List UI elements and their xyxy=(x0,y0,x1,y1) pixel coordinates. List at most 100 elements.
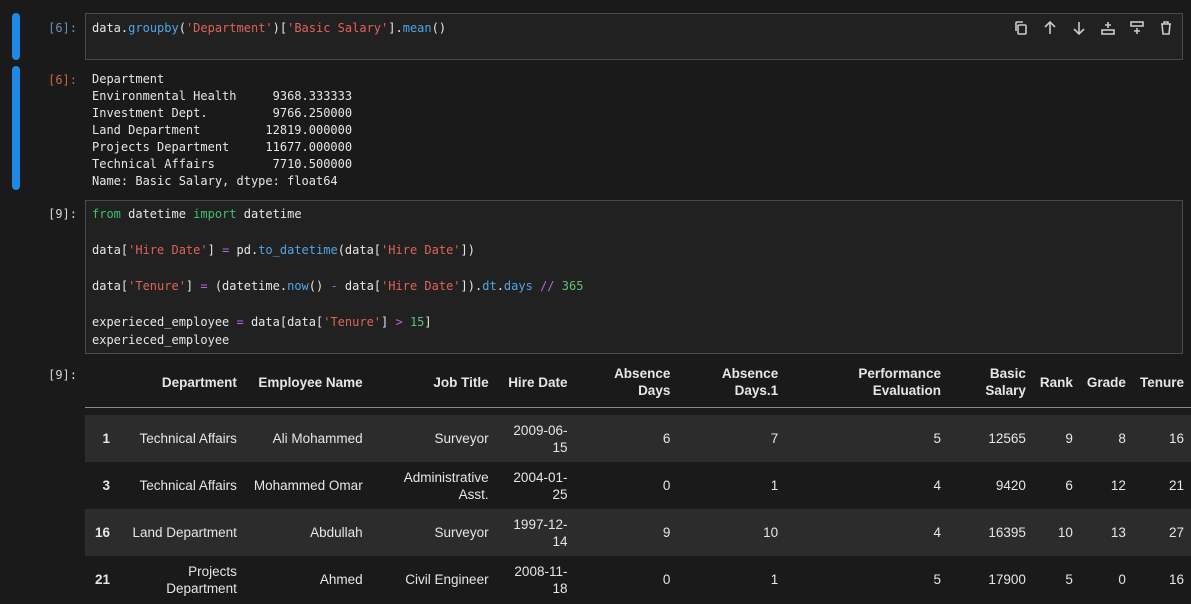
arrow-down-icon[interactable] xyxy=(1069,18,1088,37)
active-cell-indicator[interactable] xyxy=(12,13,20,60)
row-index: 16 xyxy=(94,525,110,540)
code-token: data[ xyxy=(92,279,129,293)
code-editor-cell-9[interactable]: from datetime import datetime data[ 'Hire … xyxy=(85,200,1183,354)
output-collapse-indicator[interactable] xyxy=(12,66,20,190)
output-line: Department xyxy=(92,72,165,86)
table-cell: 2008-11-18 xyxy=(514,563,568,596)
table-cell: 4 xyxy=(933,525,941,540)
code-line: data.groupby('Department')['Basic Salary… xyxy=(92,20,446,37)
output-line: Investment Dept. 9766.250000 xyxy=(92,106,353,120)
code-token: ( xyxy=(178,21,186,35)
table-cell: Ahmed xyxy=(319,572,363,587)
table-row: 16 Land Department Abdullah Surveyor 1997-12… xyxy=(85,509,1191,556)
code-token: ]) xyxy=(460,243,475,257)
code-token: ] xyxy=(381,315,396,329)
code-token: experieced_employee xyxy=(92,315,237,329)
table-cell: 5 xyxy=(1065,572,1073,587)
table-cell: 0 xyxy=(1118,572,1126,587)
table-cell: 0 xyxy=(662,478,671,493)
code-line: experieced_employee = data[data['Tenure'… xyxy=(92,314,432,331)
code-token: . xyxy=(496,279,504,293)
table-row: 21 Projects Department Ahmed Civil Engineer… xyxy=(85,556,1191,603)
code-token: () xyxy=(431,21,447,35)
table-cell: 12 xyxy=(1110,478,1126,493)
table-cell: 6 xyxy=(1065,478,1073,493)
trash-icon[interactable] xyxy=(1156,18,1175,37)
code-token: // xyxy=(540,279,555,293)
code-token: )[ xyxy=(272,21,288,35)
table-cell: Ali Mohammed xyxy=(272,431,363,446)
copy-icon[interactable] xyxy=(1011,18,1030,37)
column-header xyxy=(85,358,117,407)
table-cell: 4 xyxy=(933,478,941,493)
column-header: Performance Evaluation xyxy=(858,366,941,399)
arrow-up-icon[interactable] xyxy=(1040,18,1059,37)
table-cell: 0 xyxy=(662,572,671,587)
table-cell: Surveyor xyxy=(434,525,489,540)
code-token: 'Department' xyxy=(185,21,273,35)
table-cell: 9 xyxy=(662,525,671,540)
row-index: 21 xyxy=(94,572,110,587)
code-token: dt xyxy=(482,279,497,293)
column-header: Department xyxy=(161,374,237,390)
input-prompt: [6]: xyxy=(48,21,77,35)
row-index: 3 xyxy=(102,478,110,493)
table-cell: 10 xyxy=(1057,525,1073,540)
table-cell: Technical Affairs xyxy=(139,431,237,446)
table-cell: Mohammed Omar xyxy=(253,478,363,493)
output-line: Land Department 12819.000000 xyxy=(92,123,353,137)
code-token: 'Hire Date' xyxy=(381,243,461,257)
code-token: 365 xyxy=(561,279,584,293)
code-token: > xyxy=(395,315,403,329)
code-token: ]). xyxy=(460,279,483,293)
code-token: (data[ xyxy=(337,243,382,257)
column-header: Basic Salary xyxy=(985,366,1026,399)
insert-above-icon[interactable] xyxy=(1098,18,1117,37)
table-cell: 9420 xyxy=(995,478,1026,493)
dataframe-table: Department Employee Name Job Title Hire Dat… xyxy=(85,358,1191,603)
code-token: datetime xyxy=(236,207,302,221)
output-line: Environmental Health 9368.333333 xyxy=(92,89,353,103)
column-header: Grade xyxy=(1086,374,1126,390)
code-token: groupby xyxy=(128,21,179,35)
code-token: (datetime. xyxy=(207,279,288,293)
table-cell: 5 xyxy=(933,572,941,587)
table-cell: Projects Department xyxy=(166,563,237,596)
code-token: ]. xyxy=(388,21,403,35)
table-spacer xyxy=(85,407,1191,415)
table-cell: 21 xyxy=(1168,478,1184,493)
table-cell: 13 xyxy=(1110,525,1126,540)
code-token: import xyxy=(193,207,237,221)
code-token: = xyxy=(200,279,208,293)
table-cell: Civil Engineer xyxy=(405,572,489,587)
output-line: Name: Basic Salary, dtype: float64 xyxy=(92,174,338,188)
code-line: from datetime import datetime xyxy=(92,206,302,223)
code-token: to_datetime xyxy=(258,243,338,257)
table-cell: 1997-12-14 xyxy=(513,516,568,549)
table-cell: 16 xyxy=(1168,431,1184,446)
column-header: Rank xyxy=(1039,374,1073,390)
input-prompt: [9]: xyxy=(48,207,77,221)
column-header: Absence Days xyxy=(614,366,671,399)
code-token: from xyxy=(92,207,121,221)
insert-below-icon[interactable] xyxy=(1127,18,1146,37)
column-header: Employee Name xyxy=(258,374,363,390)
table-cell: Technical Affairs xyxy=(139,478,237,493)
code-line: experieced_employee xyxy=(92,332,229,349)
code-token: = xyxy=(236,315,244,329)
table-cell: 2009-06-15 xyxy=(513,422,568,455)
code-line: data['Tenure'] = (datetime.now() - data[… xyxy=(92,278,583,295)
code-token: 'Tenure' xyxy=(323,315,382,329)
table-cell: Administrative Asst. xyxy=(403,469,489,502)
table-cell: 1 xyxy=(770,572,779,587)
code-token: - xyxy=(330,279,338,293)
output-prompt: [6]: xyxy=(48,73,77,87)
code-token: mean xyxy=(402,21,432,35)
code-token: ] xyxy=(207,243,223,257)
code-token: days xyxy=(503,279,533,293)
row-index: 1 xyxy=(102,431,110,446)
table-cell: Abdullah xyxy=(310,525,363,540)
code-token: ] xyxy=(424,315,432,329)
